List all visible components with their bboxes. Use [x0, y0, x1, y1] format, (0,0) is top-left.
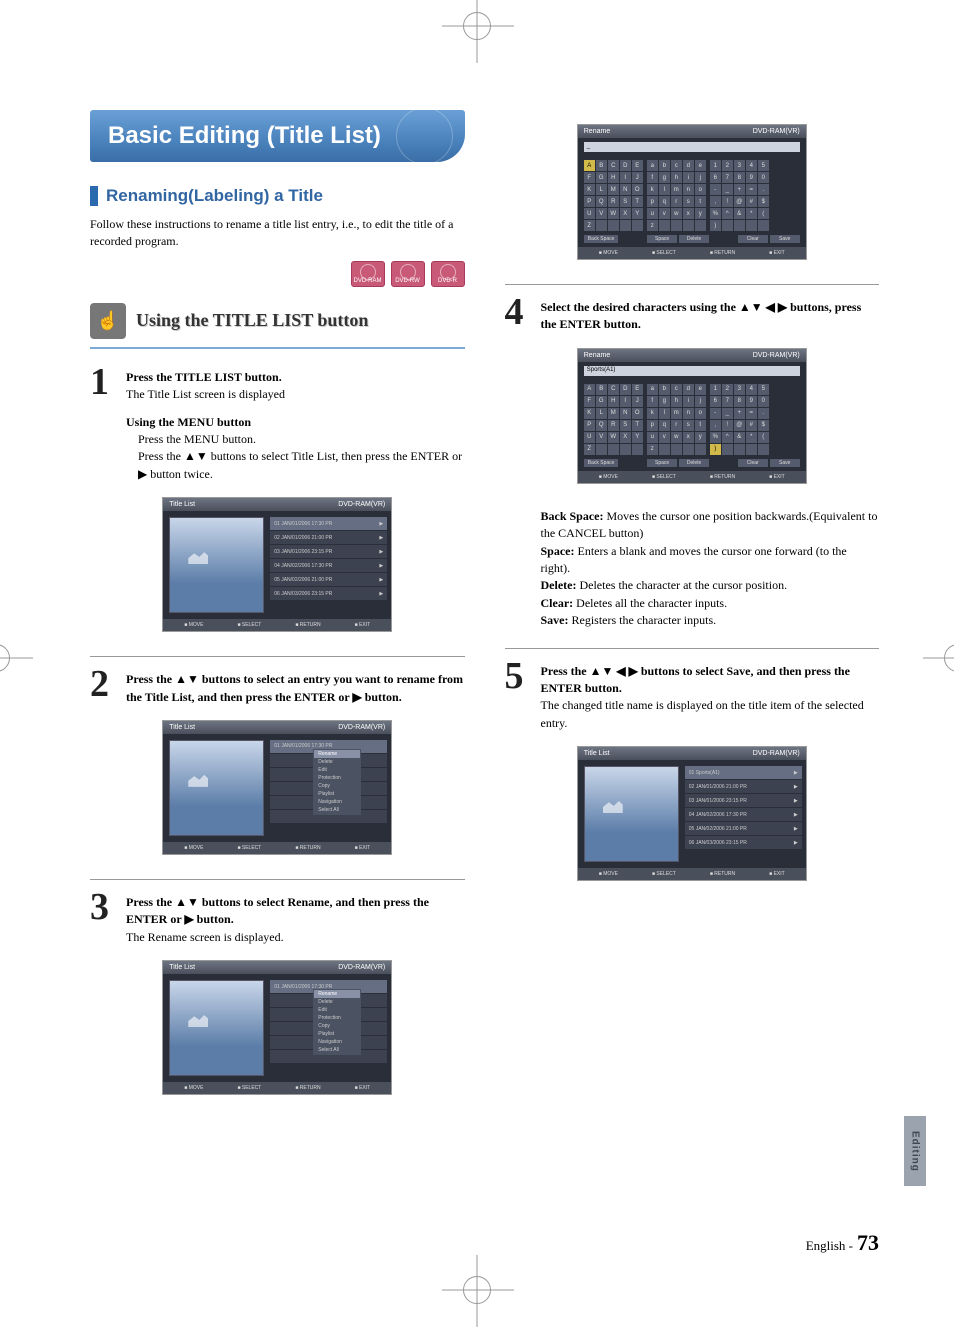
- crop-mark-bottom: [463, 1276, 491, 1304]
- footer-page-number: 73: [857, 1230, 879, 1255]
- screenshot-title-list-2: Title List DVD-RAM(VR) 01 JAN/01/2006 17…: [162, 720, 392, 855]
- divider: [505, 648, 880, 649]
- disc-badges: DVD-RAM DVD-RW DVD-R: [90, 261, 465, 287]
- step-4: 4 Select the desired characters using th…: [505, 297, 880, 334]
- left-column: Basic Editing (Title List) Renaming(Labe…: [90, 110, 465, 1119]
- subheader-underline: [90, 347, 465, 349]
- shot1-mode: DVD-RAM(VR): [338, 501, 385, 508]
- screenshot-rename-keyboard-2: Rename DVD-RAM(VR) Sports(A1) ABCDEFGHIJ…: [577, 348, 807, 484]
- shotf-list: 01 Sports(A1)▶ 02 JAN/01/2006 21:00 PR▶ …: [685, 760, 806, 868]
- kb2-input: Sports(A1): [584, 366, 800, 376]
- step-3-sub: The Rename screen is displayed.: [126, 930, 284, 944]
- footer-lang: English -: [806, 1238, 853, 1253]
- crop-mark-top: [463, 12, 491, 40]
- kb2-lower: abcdefghijklmnopqrstuvwxyz: [647, 384, 706, 455]
- banner-title: Basic Editing (Title List): [90, 110, 465, 162]
- badge-dvd-r: DVD-R: [431, 261, 465, 287]
- subheader-text: Using the TITLE LIST button: [136, 310, 368, 331]
- footer: English - 73: [806, 1230, 879, 1256]
- hand-icon: [90, 303, 126, 339]
- kb1-input: _: [584, 142, 800, 152]
- step-1-menu-block: Using the MENU button Press the MENU but…: [126, 414, 465, 484]
- shot1-thumbnail: [169, 517, 264, 613]
- step-1-menu-b: Press the ▲▼ buttons to select Title Lis…: [138, 448, 465, 483]
- step-2-number: 2: [90, 669, 118, 706]
- kb1-upper: ABCDEFGHIJKLMNOPQRSTUVWXYZ: [584, 160, 643, 231]
- kb2-upper: ABCDEFGHIJKLMNOPQRSTUVWXYZ: [584, 384, 643, 455]
- step-2: 2 Press the ▲▼ buttons to select an entr…: [90, 669, 465, 706]
- step-4-text: Select the desired characters using the …: [541, 300, 862, 331]
- section-header: Renaming(Labeling) a Title: [90, 186, 465, 206]
- step-5-bold: Press the ▲▼ ◀ ▶ buttons to select Save,…: [541, 664, 850, 695]
- section-bar-icon: [90, 186, 98, 206]
- badge-dvd-rw: DVD-RW: [391, 261, 425, 287]
- shotf-thumbnail: [584, 766, 679, 862]
- kb1-sym: 1234567890-_+=.,!@#$%^&*(): [710, 160, 769, 231]
- step-1-bold: Press the TITLE LIST button.: [126, 370, 282, 384]
- step-1-menu-hdr: Using the MENU button: [126, 415, 251, 429]
- kb1-lower: abcdefghijklmnopqrstuvwxyz: [647, 160, 706, 231]
- step-3-number: 3: [90, 892, 118, 946]
- right-column: Rename DVD-RAM(VR) _ ABCDEFGHIJKLMNOPQRS…: [505, 110, 880, 1119]
- screenshot-rename-keyboard-1: Rename DVD-RAM(VR) _ ABCDEFGHIJKLMNOPQRS…: [577, 124, 807, 260]
- screenshot-title-list-final: Title List DVD-RAM(VR) 01 Sports(A1)▶ 02…: [577, 746, 807, 881]
- step-4-number: 4: [505, 297, 533, 334]
- step-2-text: Press the ▲▼ buttons to select an entry …: [126, 672, 463, 703]
- divider: [90, 879, 465, 880]
- step-1-menu-a: Press the MENU button.: [138, 431, 465, 448]
- step-3: 3 Press the ▲▼ buttons to select Rename,…: [90, 892, 465, 946]
- step-1: 1 Press the TITLE LIST button. The Title…: [90, 367, 465, 404]
- shot2-popup-menu: Rename Delete Edit Protection Copy Playl…: [313, 749, 361, 815]
- kb2-sym: 1234567890-_+=.,!@#$%^&*(): [710, 384, 769, 455]
- screenshot-title-list-1: Title List DVD-RAM(VR) 01 JAN/01/2006 17…: [162, 497, 392, 632]
- shot1-list: 01 JAN/01/2006 17:30 PR▶ 02 JAN/01/2006 …: [270, 511, 391, 619]
- section-header-text: Renaming(Labeling) a Title: [106, 186, 323, 206]
- subheader-row: Using the TITLE LIST button: [90, 303, 465, 339]
- step-5-sub: The changed title name is displayed on t…: [541, 698, 864, 729]
- divider: [90, 656, 465, 657]
- step-1-number: 1: [90, 367, 118, 404]
- step-3-bold: Press the ▲▼ buttons to select Rename, a…: [126, 895, 429, 926]
- divider: [505, 284, 880, 285]
- badge-dvd-ram: DVD-RAM: [351, 261, 385, 287]
- shot3-popup-menu: Rename Delete Edit Protection Copy Playl…: [313, 989, 361, 1055]
- step-1-sub: The Title List screen is displayed: [126, 387, 285, 401]
- side-tab-editing: Editing: [904, 1116, 926, 1186]
- shot3-thumbnail: [169, 980, 264, 1076]
- definitions-block: Back Space: Moves the cursor one positio…: [541, 508, 880, 630]
- intro-text: Follow these instructions to rename a ti…: [90, 216, 465, 251]
- step-5: 5 Press the ▲▼ ◀ ▶ buttons to select Sav…: [505, 661, 880, 733]
- step-5-number: 5: [505, 661, 533, 733]
- screenshot-title-list-3: Title List DVD-RAM(VR) 01 JAN/01/2006 17…: [162, 960, 392, 1095]
- shot1-hdr: Title List: [169, 501, 195, 508]
- shot2-thumbnail: [169, 740, 264, 836]
